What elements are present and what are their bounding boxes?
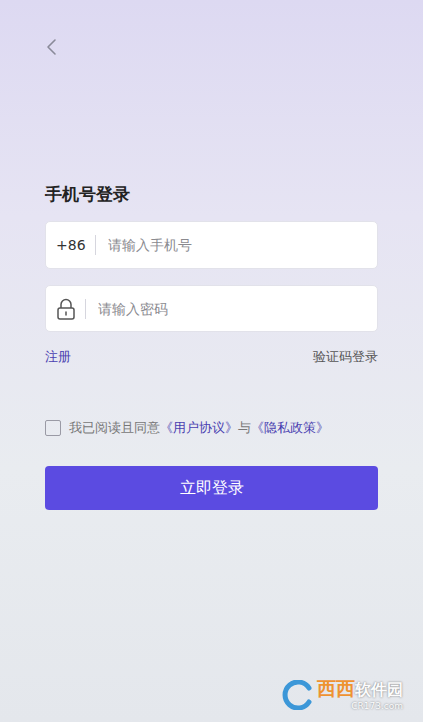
sms-login-link[interactable]: 验证码登录: [313, 348, 378, 366]
country-code[interactable]: +86: [56, 237, 86, 253]
site-logo-icon: [281, 680, 315, 710]
field-divider: [85, 299, 86, 319]
login-page: 手机号登录 +86 注册 验证码登录我已阅读且同意《用户协议》与《隐私政策》立即登录西…: [0, 0, 423, 722]
register-link[interactable]: 注册: [45, 348, 71, 366]
field-divider: [95, 235, 96, 255]
page-title: 手机号登录: [45, 184, 378, 204]
login-button[interactable]: 立即登录: [45, 466, 378, 510]
phone-field[interactable]: +86: [45, 221, 378, 269]
lock-icon: [56, 298, 76, 320]
phone-input[interactable]: [106, 236, 365, 254]
top-bar: [45, 38, 378, 56]
links-row: 注册 验证码登录: [45, 348, 378, 366]
back-arrow-icon[interactable]: [45, 38, 59, 56]
password-field[interactable]: [45, 285, 378, 332]
agreement-checkbox[interactable]: [45, 420, 61, 436]
agreement-text: 与: [238, 418, 251, 438]
agreement-text: 我已阅读且同意: [69, 418, 160, 438]
watermark-name: 软件园: [355, 679, 403, 701]
watermark-brand: 西西: [317, 677, 355, 699]
watermark-text: 西西软件园CR173.com: [317, 677, 403, 712]
agreement-link[interactable]: 《用户协议》: [160, 418, 238, 438]
password-input[interactable]: [96, 300, 365, 318]
agreement-link[interactable]: 《隐私政策》: [251, 418, 329, 438]
watermark-site: CR173.com: [351, 701, 403, 712]
agreement-row: 我已阅读且同意《用户协议》与《隐私政策》: [45, 418, 378, 438]
watermark: 西西软件园CR173.com: [281, 677, 403, 712]
